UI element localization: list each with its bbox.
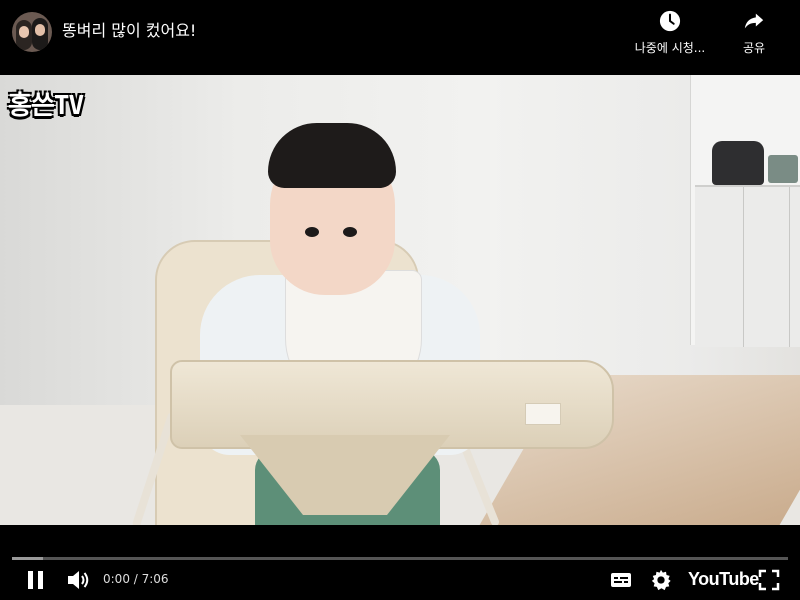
fullscreen-icon[interactable] xyxy=(758,569,780,591)
progress-loaded xyxy=(12,557,44,560)
appliance xyxy=(768,155,798,183)
baby-hair xyxy=(268,123,396,188)
video-frame[interactable]: 홍쓴TV xyxy=(0,75,800,525)
channel-avatar[interactable] xyxy=(12,12,52,52)
volume-icon[interactable] xyxy=(66,569,90,591)
progress-bar[interactable] xyxy=(12,557,788,560)
captions-icon[interactable] xyxy=(610,569,632,591)
time-display: 0:00 / 7:06 xyxy=(103,572,169,586)
pause-icon[interactable] xyxy=(26,569,46,591)
settings-gear-icon[interactable] xyxy=(650,569,672,591)
channel-watermark: 홍쓴TV xyxy=(8,91,84,121)
baby-eye xyxy=(305,227,319,237)
video-title[interactable]: 똥벼리 많이 컸어요! xyxy=(62,20,196,42)
kitchen-cabinet xyxy=(695,185,800,347)
youtube-logo[interactable]: YouTube xyxy=(688,569,759,590)
watch-later-label: 나중에 시청... xyxy=(634,41,706,55)
share-arrow-icon xyxy=(744,13,764,29)
top-bar: 똥벼리 많이 컸어요! 나중에 시청... 공유 xyxy=(0,0,800,75)
share-label: 공유 xyxy=(742,41,766,55)
share-button[interactable]: 공유 xyxy=(709,10,799,56)
tray-sticker xyxy=(525,403,561,425)
clock-icon xyxy=(659,10,681,32)
watch-later-button[interactable]: 나중에 시청... xyxy=(625,10,715,56)
air-fryer xyxy=(712,141,764,185)
baby-eye xyxy=(343,227,357,237)
player-controls: 0:00 / 7:06 YouTube xyxy=(0,525,800,600)
